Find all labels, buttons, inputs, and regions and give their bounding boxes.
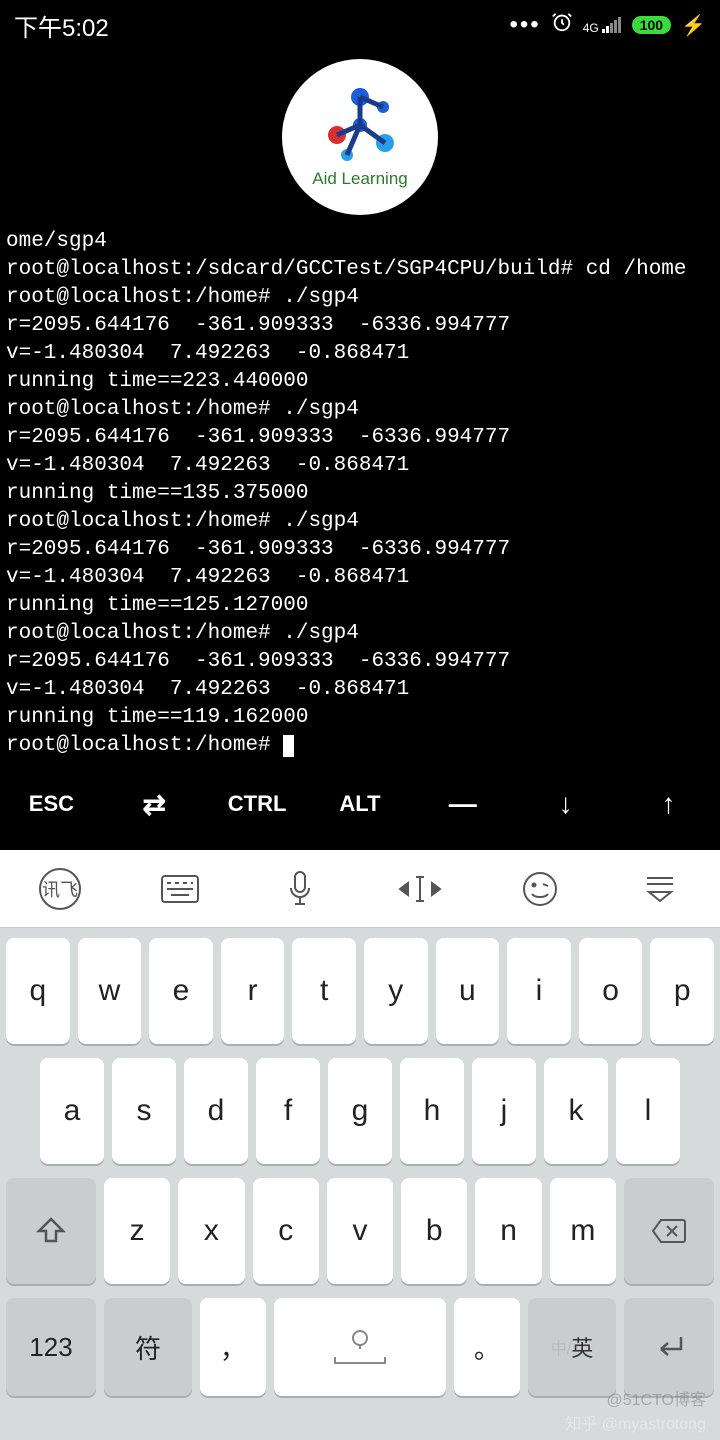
dash-key[interactable]: — — [423, 788, 503, 820]
key-i[interactable]: i — [507, 938, 571, 1044]
key-w[interactable]: w — [78, 938, 142, 1044]
cursor-edit-icon[interactable] — [395, 864, 445, 914]
key-r[interactable]: r — [221, 938, 285, 1044]
key-b[interactable]: b — [401, 1178, 467, 1284]
ime-toolbar: 讯飞 — [0, 850, 720, 928]
status-time: 下午5:02 — [14, 8, 109, 43]
key-x[interactable]: x — [178, 1178, 244, 1284]
key-u[interactable]: u — [436, 938, 500, 1044]
key-z[interactable]: z — [104, 1178, 170, 1284]
symbol-key[interactable]: 符 — [104, 1298, 192, 1396]
keyboard-row-3: zxcvbnm — [6, 1178, 714, 1284]
key-h[interactable]: h — [400, 1058, 464, 1164]
key-t[interactable]: t — [292, 938, 356, 1044]
keyboard-switch-icon[interactable] — [155, 864, 205, 914]
signal-icon: 4G — [583, 17, 622, 33]
status-icons: ••• 4G 100 ⚡ — [510, 11, 707, 40]
terminal-prompt: root@localhost:/home# — [6, 734, 283, 757]
microphone-icon[interactable] — [275, 864, 325, 914]
key-m[interactable]: m — [550, 1178, 616, 1284]
keyboard-row-4: 123 符 ， 。 中/英 — [6, 1298, 714, 1396]
key-f[interactable]: f — [256, 1058, 320, 1164]
collapse-keyboard-icon[interactable] — [635, 864, 685, 914]
key-o[interactable]: o — [579, 938, 643, 1044]
app-logo: Aid Learning — [282, 59, 438, 215]
numeric-key[interactable]: 123 — [6, 1298, 96, 1396]
keyboard-row-3-letters: zxcvbnm — [104, 1178, 616, 1284]
key-n[interactable]: n — [475, 1178, 541, 1284]
backspace-key[interactable] — [624, 1178, 714, 1284]
alt-key[interactable]: ALT — [320, 791, 400, 817]
key-d[interactable]: d — [184, 1058, 248, 1164]
app-header: Aid Learning — [0, 50, 720, 224]
terminal-cursor — [283, 735, 294, 757]
keyboard-row-2: asdfghjkl — [6, 1058, 714, 1164]
key-j[interactable]: j — [472, 1058, 536, 1164]
enter-key[interactable] — [624, 1298, 714, 1396]
shift-key[interactable] — [6, 1178, 96, 1284]
keyboard-row-1: qwertyuiop — [6, 938, 714, 1044]
lang-en-label: 英 — [571, 1331, 593, 1363]
lang-cn-label: 中/ — [551, 1335, 571, 1359]
terminal-output[interactable]: ome/sgp4 root@localhost:/sdcard/GCCTest/… — [0, 224, 720, 758]
language-switch-key[interactable]: 中/英 — [528, 1298, 616, 1396]
charging-icon: ⚡ — [681, 13, 706, 38]
key-e[interactable]: e — [149, 938, 213, 1044]
arrow-up-key[interactable]: ↑ — [628, 788, 708, 820]
terminal-extra-keys: ESC ⇄ CTRL ALT — ↓ ↑ — [0, 758, 720, 850]
key-l[interactable]: l — [616, 1058, 680, 1164]
key-p[interactable]: p — [650, 938, 714, 1044]
key-y[interactable]: y — [364, 938, 428, 1044]
tab-key[interactable]: ⇄ — [114, 788, 194, 821]
key-v[interactable]: v — [327, 1178, 393, 1284]
battery-indicator: 100 — [632, 16, 671, 34]
watermark: 知乎 @myastrotong — [565, 1410, 706, 1434]
arrow-down-key[interactable]: ↓ — [526, 788, 606, 820]
esc-key[interactable]: ESC — [11, 791, 91, 817]
space-key[interactable] — [274, 1298, 446, 1396]
comma-key[interactable]: ， — [200, 1298, 266, 1396]
key-s[interactable]: s — [112, 1058, 176, 1164]
period-key[interactable]: 。 — [454, 1298, 520, 1396]
terminal-lines: ome/sgp4 root@localhost:/sdcard/GCCTest/… — [6, 230, 687, 729]
key-a[interactable]: a — [40, 1058, 104, 1164]
more-icon: ••• — [510, 11, 541, 39]
key-c[interactable]: c — [253, 1178, 319, 1284]
key-k[interactable]: k — [544, 1058, 608, 1164]
key-q[interactable]: q — [6, 938, 70, 1044]
logo-text: Aid Learning — [312, 169, 407, 189]
emoji-icon[interactable] — [515, 864, 565, 914]
logo-graphic-icon — [315, 85, 405, 165]
soft-keyboard: qwertyuiop asdfghjkl zxcvbnm 123 符 ， 。 中… — [0, 928, 720, 1440]
voice-brand-icon[interactable]: 讯飞 — [35, 864, 85, 914]
key-g[interactable]: g — [328, 1058, 392, 1164]
watermark-2: @51CTO博客 — [606, 1386, 706, 1410]
alarm-icon — [551, 11, 573, 40]
ctrl-key[interactable]: CTRL — [217, 791, 297, 817]
status-bar: 下午5:02 ••• 4G 100 ⚡ — [0, 0, 720, 50]
